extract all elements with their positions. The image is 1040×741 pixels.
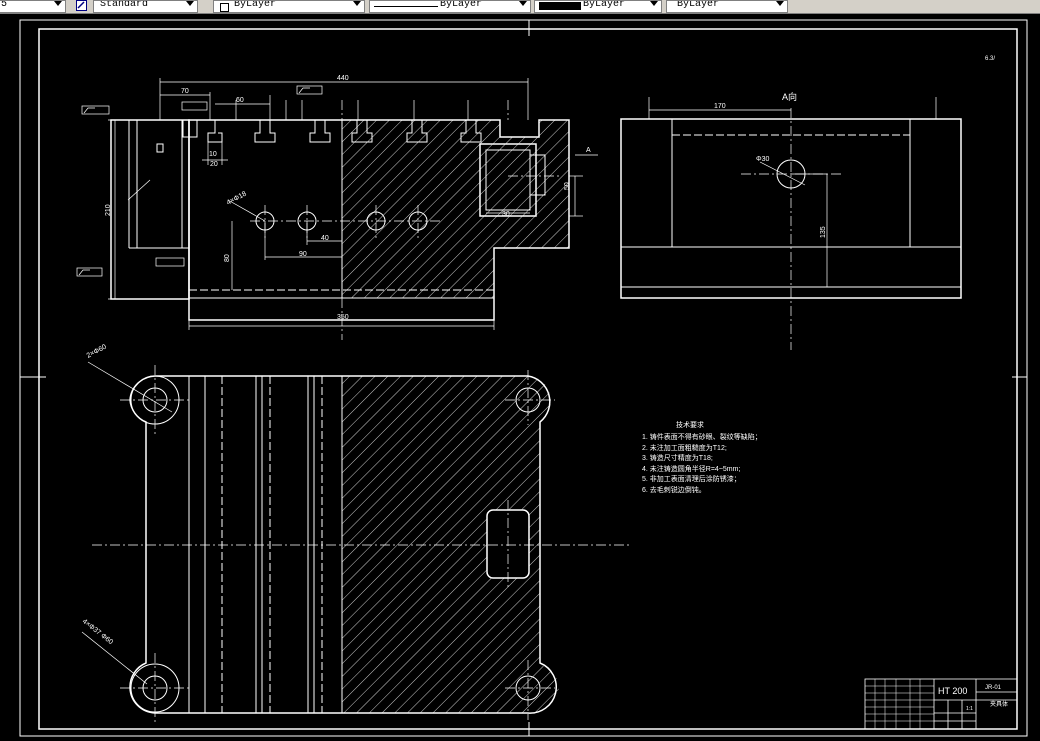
chevron-down-icon	[186, 1, 194, 6]
technical-notes: 技术要求 1. 铸件表面不得有砂眼、裂纹等缺陷； 2. 未注加工面粗糙度为T12…	[642, 420, 762, 494]
text-style-icon[interactable]	[76, 0, 87, 11]
svg-text:90: 90	[299, 251, 307, 258]
title-block-text: HT 200 JR-01 夹具体 1:1	[938, 685, 1008, 712]
svg-text:20: 20	[210, 161, 218, 168]
svg-text:70: 70	[181, 88, 189, 95]
part-number: JR-01	[985, 685, 1002, 691]
svg-text:135: 135	[820, 226, 827, 238]
note-5: 5. 非加工表面清理后涂防锈漆；	[642, 474, 741, 483]
chevron-down-icon	[776, 1, 784, 6]
layer-value: 5	[1, 0, 8, 10]
chevron-down-icon	[519, 1, 527, 6]
view-a-label: A向	[782, 91, 797, 102]
plotstyle-value: ByLayer	[677, 0, 720, 10]
color-swatch-icon	[220, 3, 229, 12]
lineweight-dropdown[interactable]: ByLayer	[534, 0, 662, 13]
linetype-value: ByLayer	[440, 0, 483, 10]
chevron-down-icon	[650, 1, 658, 6]
svg-text:350: 350	[337, 314, 349, 321]
svg-text:170: 170	[714, 103, 726, 110]
note-4: 4. 未注铸造圆角半径R=4~5mm;	[642, 464, 740, 473]
side-view-dims: A向 170 Φ30 135	[714, 91, 827, 238]
svg-text:60: 60	[236, 97, 244, 104]
section-arrow-label: A	[586, 147, 591, 154]
layer-dropdown[interactable]: 5	[0, 0, 66, 13]
note-3: 3. 铸造尺寸精度为T18;	[642, 453, 713, 462]
lineweight-value: ByLayer	[583, 0, 626, 10]
text-style-value: Standard	[100, 0, 149, 10]
chevron-down-icon	[54, 1, 62, 6]
svg-text:40: 40	[321, 235, 329, 242]
note-1: 1. 铸件表面不得有砂眼、裂纹等缺陷；	[642, 432, 762, 441]
roughness-general: 6.3/	[985, 56, 995, 62]
front-view	[76, 78, 598, 340]
text-style-dropdown[interactable]: Standard	[93, 0, 198, 13]
svg-text:440: 440	[337, 75, 349, 82]
svg-text:4×Φ18: 4×Φ18	[226, 191, 248, 207]
top-view	[81, 361, 630, 723]
color-dropdown[interactable]: ByLayer	[213, 0, 365, 13]
notes-title: 技术要求	[676, 420, 704, 429]
svg-text:210: 210	[105, 204, 112, 216]
svg-text:Φ30: Φ30	[756, 156, 769, 163]
scale-value: 1:1	[966, 706, 973, 712]
part-name: 夹具体	[990, 700, 1008, 708]
svg-text:10: 10	[209, 151, 217, 158]
svg-text:4×Φ37 Φ60: 4×Φ37 Φ60	[81, 618, 114, 646]
properties-toolbar: 5 Standard ByLayer ByLayer ByLayer ByLay…	[0, 0, 1040, 14]
note-2: 2. 未注加工面粗糙度为T12;	[642, 443, 727, 452]
linetype-dropdown[interactable]: ByLayer	[369, 0, 531, 13]
note-6: 6. 去毛刺锐边倒钝。	[642, 485, 706, 494]
chevron-down-icon	[353, 1, 361, 6]
lineweight-preview-icon	[539, 2, 581, 10]
color-value: ByLayer	[234, 0, 277, 10]
svg-text:80: 80	[224, 254, 231, 262]
drawing-canvas[interactable]: 6.3/ 440 70 60 10 20 210 50 90 40 80 350…	[0, 13, 1040, 741]
svg-text:50: 50	[564, 182, 571, 190]
material-label: HT 200	[938, 686, 967, 696]
top-view-dims: 2×Φ60 4×Φ37 Φ60	[81, 344, 114, 647]
svg-text:2×Φ60: 2×Φ60	[86, 344, 108, 360]
linetype-preview-icon	[374, 6, 438, 7]
side-view-a	[620, 97, 962, 350]
plotstyle-dropdown[interactable]: ByLayer	[666, 0, 788, 13]
svg-text:30: 30	[502, 211, 510, 218]
